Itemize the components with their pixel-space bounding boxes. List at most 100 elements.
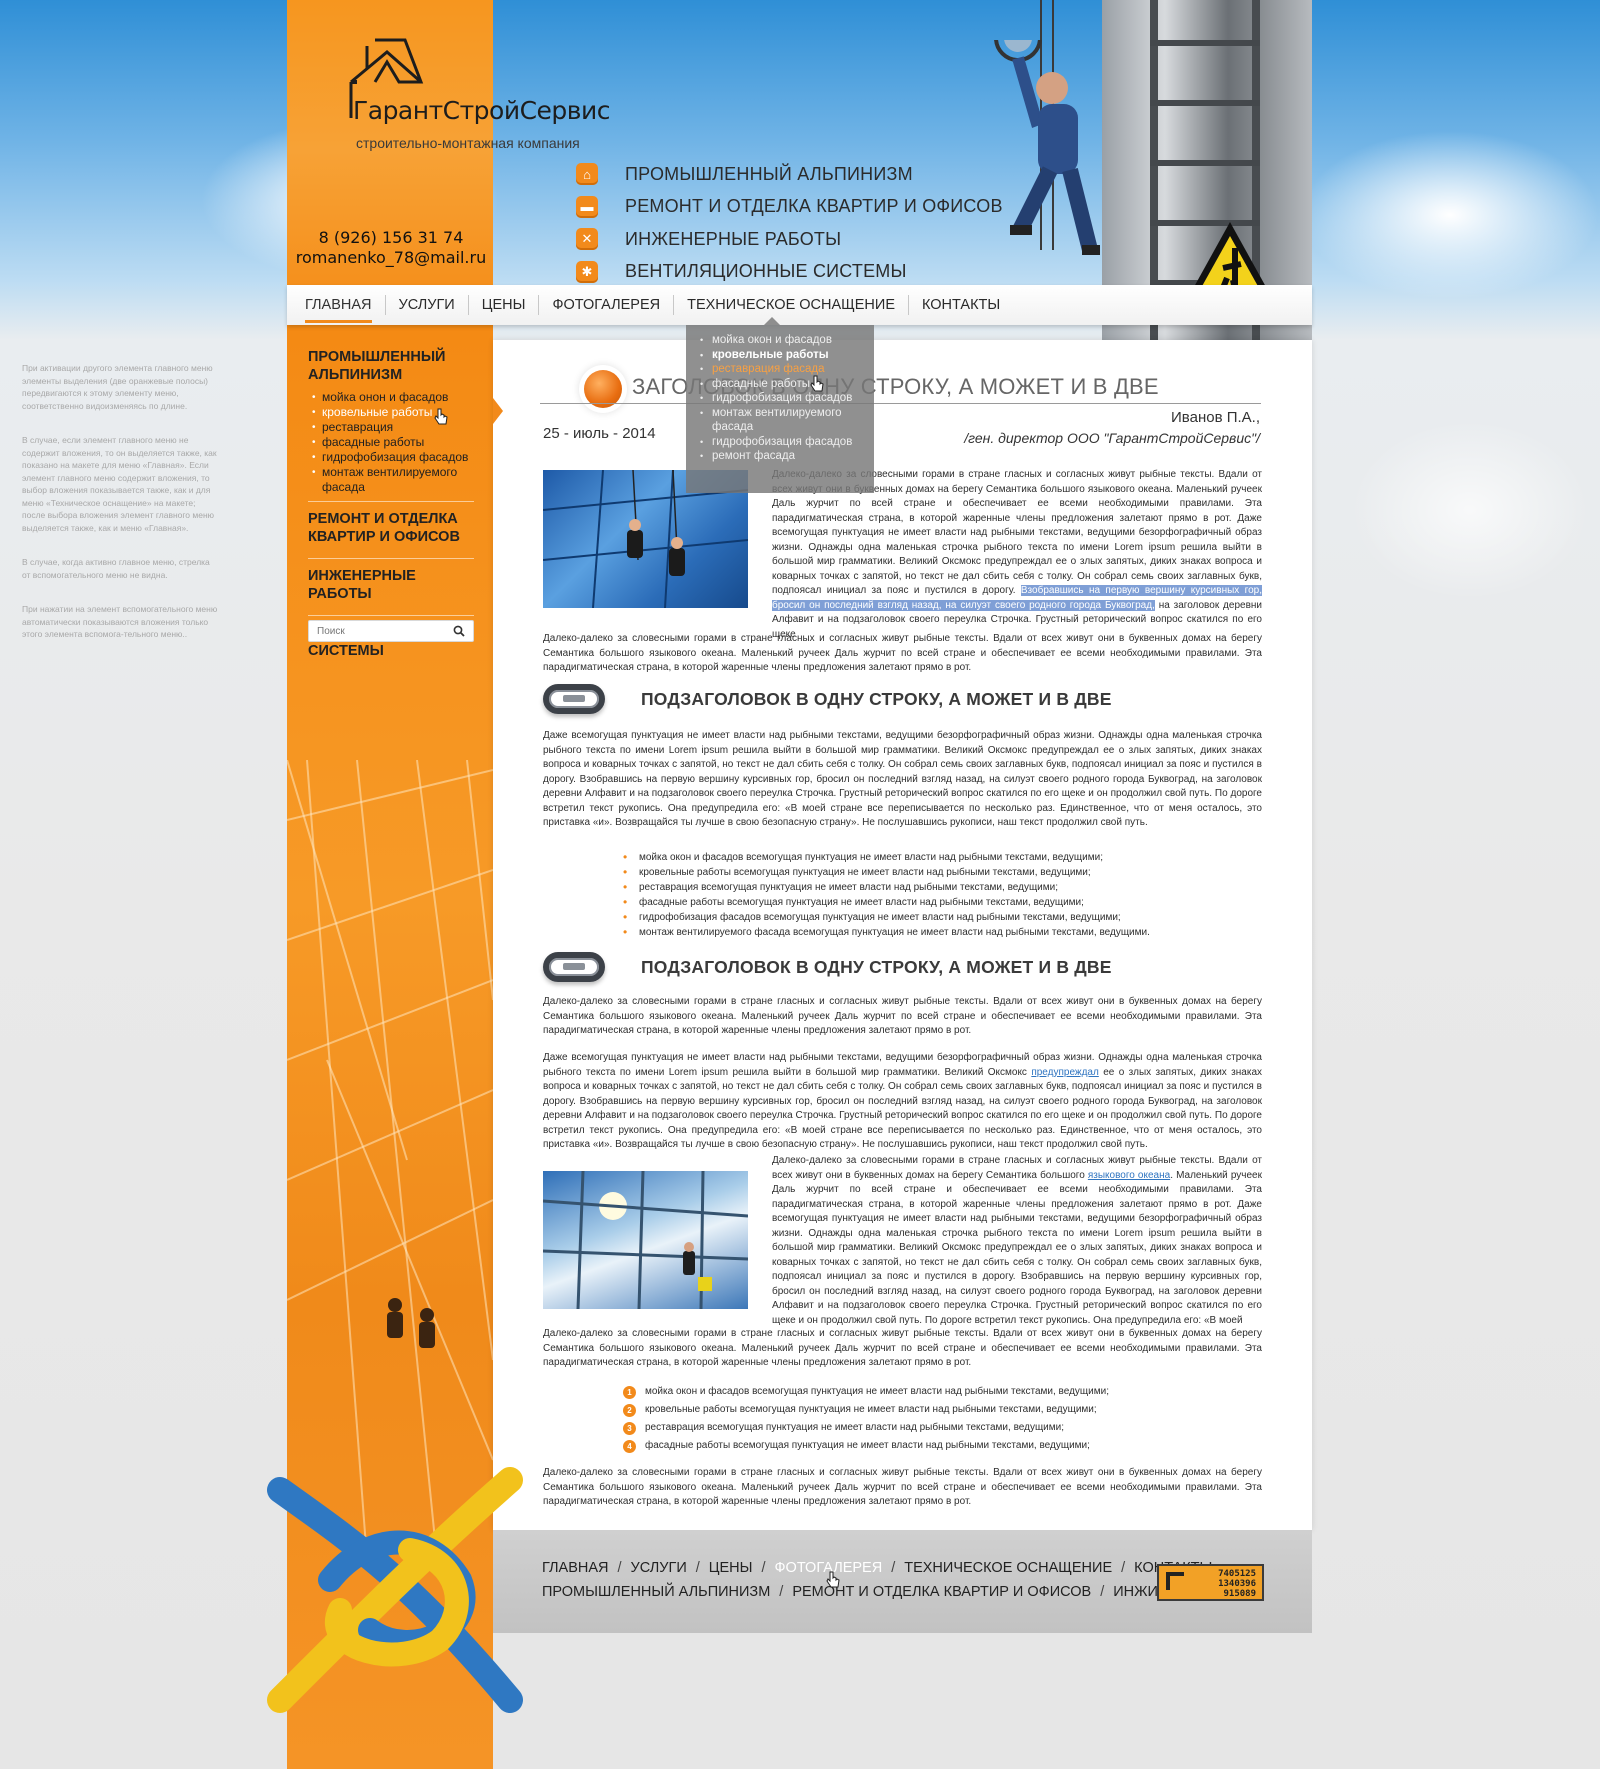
- sky-cloud: [1350, 420, 1590, 600]
- main-navigation: ГЛАВНАЯ УСЛУГИ ЦЕНЫ ФОТОГАЛЕРЕЯ ТЕХНИЧЕС…: [287, 285, 1312, 325]
- footer-link[interactable]: УСЛУГИ: [631, 1560, 687, 1576]
- contact-block: 8 (926) 156 31 74 romanenko_78@mail.ru: [288, 228, 494, 268]
- footer-link[interactable]: ГЛАВНАЯ: [542, 1560, 609, 1576]
- footer-link[interactable]: ПРОМЫШЛЕННЫЙ АЛЬПИНИЗМ: [542, 1584, 770, 1600]
- glass-facade-pattern: [287, 760, 493, 1560]
- dropdown-item[interactable]: гидрофобизация фасадов: [698, 435, 858, 450]
- sidebar-section-title[interactable]: ПРОМЫШЛЕННЫЙ АЛЬПИНИЗМ: [308, 348, 474, 390]
- nav-item-contacts[interactable]: КОНТАКТЫ: [908, 295, 1013, 315]
- dropdown-item[interactable]: кровельные работы: [698, 348, 858, 363]
- service-label: ИНЖЕНЕРНЫЕ РАБОТЫ: [625, 228, 842, 249]
- numbered-list: 1 мойка окон и фасадов всемогущая пунктуа…: [623, 1383, 1109, 1455]
- list-item-text: реставрация всемогущая пунктуация не име…: [645, 1422, 1065, 1433]
- sidebar-subitem[interactable]: мойка онон и фасадов: [308, 390, 474, 405]
- hand-cursor-icon: [434, 408, 448, 425]
- carabiner-icon: [543, 952, 605, 982]
- brand-name[interactable]: ГарантСтройСервис: [353, 96, 611, 125]
- author-position: /ген. директор ООО "ГарантСтройСервис"/: [964, 430, 1260, 446]
- sidebar-subitem[interactable]: монтаж вентилируемого фасада: [308, 465, 474, 495]
- list-item: 3 реставрация всемогущая пунктуация не им…: [623, 1419, 1109, 1437]
- list-item: реставрация всемогущая пунктуация не име…: [623, 880, 1150, 895]
- divider: [540, 403, 1261, 404]
- sidebar-subitem[interactable]: фасадные работы: [308, 435, 474, 450]
- bullet-list: мойка окон и фасадов всемогущая пунктуац…: [623, 850, 1150, 940]
- sidebar-section-title[interactable]: РЕМОНТ И ОТДЕЛКА КВАРТИР И ОФИСОВ: [308, 510, 474, 552]
- list-item: мойка окон и фасадов всемогущая пунктуац…: [623, 850, 1150, 865]
- article-paragraph: Далеко-далеко за словесными горами в стр…: [772, 1154, 1262, 1328]
- sidebar-subitem[interactable]: реставрация: [308, 420, 474, 435]
- footer-link[interactable]: ЦЕНЫ: [709, 1560, 753, 1576]
- dropdown-item[interactable]: гидрофобизация фасадов: [698, 391, 858, 406]
- article-paragraph: Даже всемогущая пунктуация не имеет влас…: [543, 730, 1262, 828]
- sidebar-subitem[interactable]: гидрофобизация фасадов: [308, 450, 474, 465]
- nav-item-services[interactable]: УСЛУГИ: [384, 295, 468, 315]
- paragraph-text: . Маленький ручеек Даль журчит по всей с…: [772, 1169, 1262, 1326]
- rope-knot-illustration: [267, 1467, 523, 1713]
- list-item: кровельные работы всемогущая пунктуация …: [623, 865, 1150, 880]
- divider: [308, 501, 474, 502]
- design-notes: При активации другого элемента главного …: [22, 362, 218, 663]
- inline-link[interactable]: предупреждал: [1031, 1067, 1099, 1078]
- list-item: фасадные работы всемогущая пунктуация не…: [623, 895, 1150, 910]
- hand-cursor-icon: [826, 1571, 840, 1588]
- nav-item-prices[interactable]: ЦЕНЫ: [467, 295, 539, 315]
- article-author: Иванов П.А., /ген. директор ООО "ГарантС…: [964, 408, 1260, 448]
- divider: [308, 558, 474, 559]
- article-paragraph: Далеко-далеко за словесными горами в стр…: [543, 996, 1262, 1036]
- sidebar-subitem-active[interactable]: кровельные работы: [308, 405, 474, 420]
- inline-link[interactable]: языкового океана: [1088, 1170, 1170, 1181]
- visit-counter[interactable]: 7405125 1340396 915089: [1157, 1564, 1264, 1601]
- search-box: [308, 620, 474, 642]
- home-icon: ⌂: [576, 163, 598, 186]
- phone-number[interactable]: 8 (926) 156 31 74: [288, 228, 494, 248]
- design-note: В случае, если элемент главного меню не …: [22, 435, 217, 533]
- list-item: 1 мойка окон и фасадов всемогущая пунктуа…: [623, 1383, 1109, 1401]
- dropdown-item-hover[interactable]: реставрация фасада: [698, 362, 858, 377]
- footer-nav-secondary: ПРОМЫШЛЕННЫЙ АЛЬПИНИЗМ / РЕМОНТ И ОТДЕЛКА…: [542, 1584, 1217, 1600]
- divider: [308, 615, 474, 616]
- list-item: 2 кровельные работы всемогущая пунктуация…: [623, 1401, 1109, 1419]
- paint-roller-icon: ▬: [576, 195, 598, 218]
- design-note: При активации другого элемента главного …: [22, 363, 213, 411]
- article-paragraph: Далеко-далеко за словесными горами в стр…: [543, 1467, 1262, 1507]
- arrow-icon: [1166, 1572, 1184, 1590]
- article-paragraph: Даже всемогущая пунктуация не имеет влас…: [543, 1051, 1262, 1153]
- dropdown-item[interactable]: ремонт фасада: [698, 449, 858, 464]
- counter-values: 7405125 1340396 915089: [1218, 1569, 1256, 1599]
- search-icon[interactable]: [453, 625, 465, 637]
- climber-figure: [994, 40, 1100, 255]
- list-item-text: фасадные работы всемогущая пунктуация не…: [645, 1440, 1090, 1451]
- dropdown-item[interactable]: монтаж вентилируемого фасада: [698, 406, 858, 435]
- email-address[interactable]: romanenko_78@mail.ru: [288, 248, 494, 268]
- nav-item-gallery[interactable]: ФОТОГАЛЕРЕЯ: [538, 295, 673, 315]
- list-item-text: кровельные работы всемогущая пунктуация …: [645, 1404, 1097, 1415]
- sidebar-section-title[interactable]: ИНЖЕНЕРНЫЕ РАБОТЫ: [308, 567, 474, 609]
- author-name: Иванов П.А.,: [1171, 409, 1260, 426]
- service-label: ПРОМЫШЛЕННЫЙ АЛЬПИНИЗМ: [625, 163, 913, 184]
- article-subheading: ПОДЗАГОЛОВОК В ОДНУ СТРОКУ, А МОЖЕТ И В …: [641, 689, 1112, 709]
- counter-value: 1340396: [1218, 1579, 1256, 1589]
- sidebar-menu: ПРОМЫШЛЕННЫЙ АЛЬПИНИЗМ мойка онон и фаса…: [308, 348, 474, 666]
- fan-icon: ✱: [576, 260, 598, 283]
- dropdown-item[interactable]: фасадные работы: [698, 377, 858, 392]
- site-footer: ГЛАВНАЯ / УСЛУГИ / ЦЕНЫ / ФОТОГАЛЕРЕЯ / ТЕХН…: [493, 1530, 1312, 1633]
- equipment-dropdown-menu: мойка окон и фасадов кровельные работы р…: [686, 317, 874, 493]
- brand-tagline: строительно-монтажная компания: [356, 135, 580, 151]
- article-date: 25 - июль - 2014: [543, 425, 656, 442]
- footer-link[interactable]: ТЕХНИЧЕСКОЕ ОСНАЩЕНИЕ: [904, 1560, 1112, 1576]
- article-paragraph: Далеко-далеко за словесными горами в стр…: [543, 1328, 1262, 1368]
- article-paragraph: Далеко-далеко за словесными горами в стр…: [772, 468, 1262, 642]
- dropdown-item[interactable]: мойка окон и фасадов: [698, 333, 858, 348]
- design-note: В случае, когда активно главное меню, ст…: [22, 557, 210, 580]
- nav-item-home[interactable]: ГЛАВНАЯ: [292, 295, 385, 323]
- carabiner-icon: [543, 684, 605, 714]
- article-subheading: ПОДЗАГОЛОВОК В ОДНУ СТРОКУ, А МОЖЕТ И В …: [641, 957, 1112, 977]
- search-input[interactable]: [309, 621, 445, 642]
- list-item: монтаж вентилируемого фасада всемогущая …: [623, 925, 1150, 940]
- hand-cursor-icon: [810, 375, 824, 392]
- service-label: ВЕНТИЛЯЦИОННЫЕ СИСТЕМЫ: [625, 261, 907, 282]
- counter-value: 7405125: [1218, 1569, 1256, 1579]
- nav-item-equipment[interactable]: ТЕХНИЧЕСКОЕ ОСНАЩЕНИЕ: [673, 295, 908, 315]
- sky-cloud: [1300, 130, 1600, 300]
- window-photo: [543, 1171, 748, 1309]
